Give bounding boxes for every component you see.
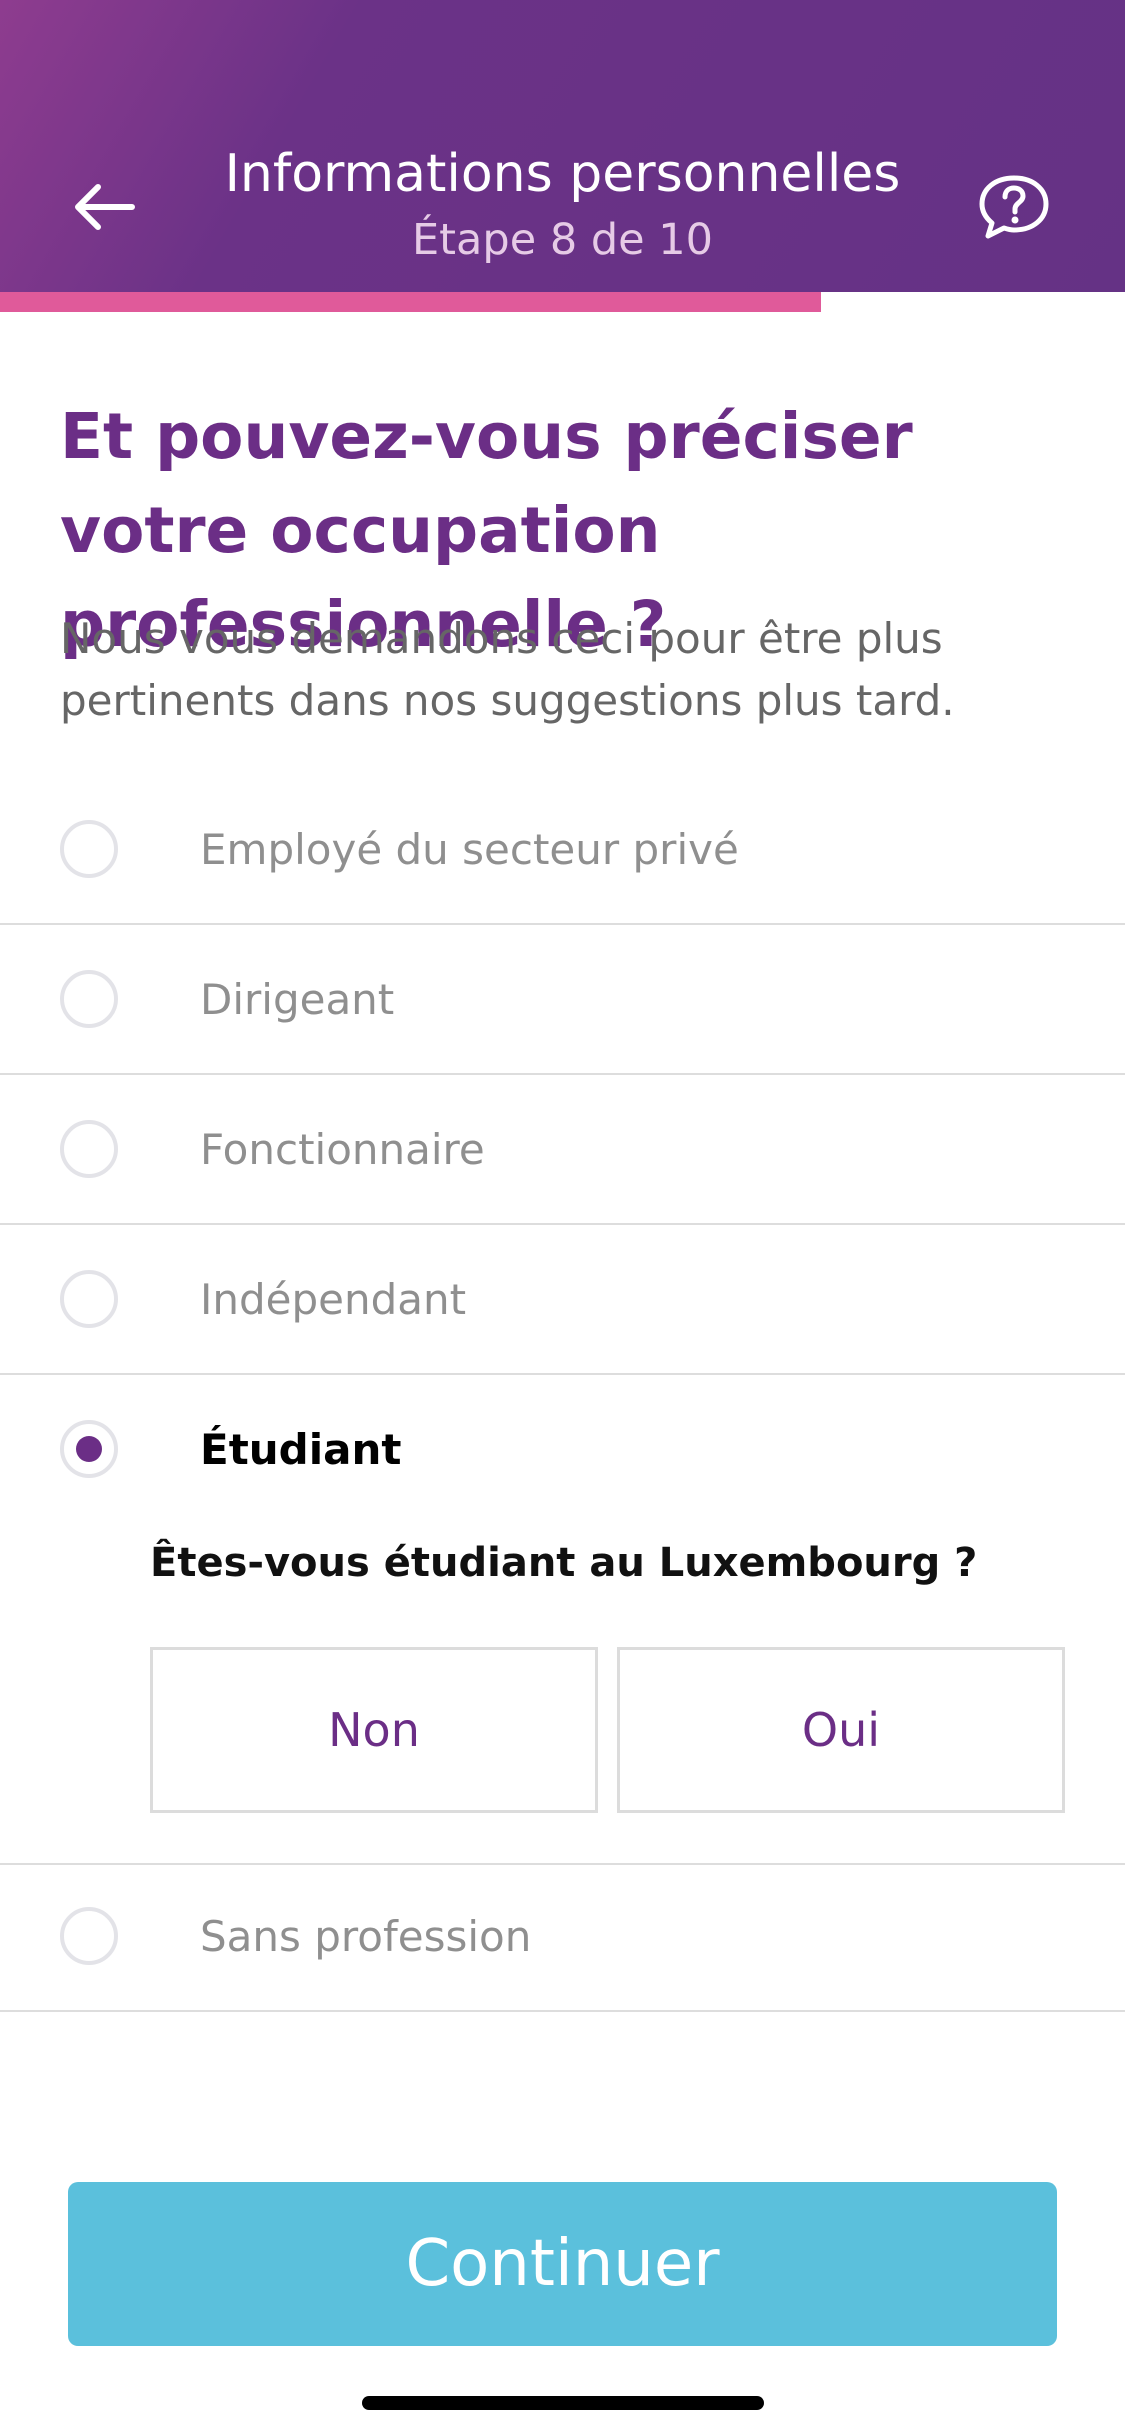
radio-button-selected[interactable] bbox=[60, 1420, 118, 1478]
help-chat-icon bbox=[979, 175, 1049, 239]
arrow-left-icon bbox=[75, 184, 135, 230]
option-label: Dirigeant bbox=[200, 975, 395, 1024]
radio-button[interactable] bbox=[60, 1907, 118, 1965]
option-label: Indépendant bbox=[200, 1275, 467, 1324]
option-sans-profession[interactable]: Sans profession bbox=[0, 1862, 1125, 2012]
page-title: Informations personnelles bbox=[224, 144, 901, 204]
radio-button[interactable] bbox=[60, 820, 118, 878]
option-label: Employé du secteur privé bbox=[200, 825, 739, 874]
radio-button[interactable] bbox=[60, 1120, 118, 1178]
progress-bar-fill bbox=[0, 292, 822, 312]
option-label: Sans profession bbox=[200, 1912, 532, 1961]
radio-button[interactable] bbox=[60, 970, 118, 1028]
question-subtitle: Nous vous demandons ceci pour être plus … bbox=[60, 614, 955, 725]
help-button[interactable] bbox=[972, 168, 1056, 248]
progress-bar bbox=[0, 292, 1125, 312]
student-luxembourg-question: Êtes-vous étudiant au Luxembourg ? bbox=[150, 1540, 978, 1586]
header-bar: Informations personnelles Étape 8 de 10 bbox=[0, 0, 1125, 292]
home-indicator bbox=[362, 2396, 764, 2410]
option-label: Étudiant bbox=[200, 1425, 402, 1474]
option-fonctionnaire[interactable]: Fonctionnaire bbox=[0, 1075, 1125, 1225]
radio-selected-dot bbox=[76, 1436, 102, 1462]
option-dirigeant[interactable]: Dirigeant bbox=[0, 925, 1125, 1075]
option-employe-prive[interactable]: Employé du secteur privé bbox=[0, 775, 1125, 925]
radio-button[interactable] bbox=[60, 1270, 118, 1328]
continue-button[interactable]: Continuer bbox=[68, 2182, 1057, 2346]
step-indicator: Étape 8 de 10 bbox=[412, 215, 713, 265]
option-etudiant[interactable]: Étudiant Êtes-vous étudiant au Luxembour… bbox=[0, 1375, 1125, 1865]
option-label: Fonctionnaire bbox=[200, 1125, 485, 1174]
no-button[interactable]: Non bbox=[150, 1647, 598, 1813]
option-independant[interactable]: Indépendant bbox=[0, 1225, 1125, 1375]
yes-button[interactable]: Oui bbox=[617, 1647, 1065, 1813]
back-button[interactable] bbox=[66, 170, 140, 244]
